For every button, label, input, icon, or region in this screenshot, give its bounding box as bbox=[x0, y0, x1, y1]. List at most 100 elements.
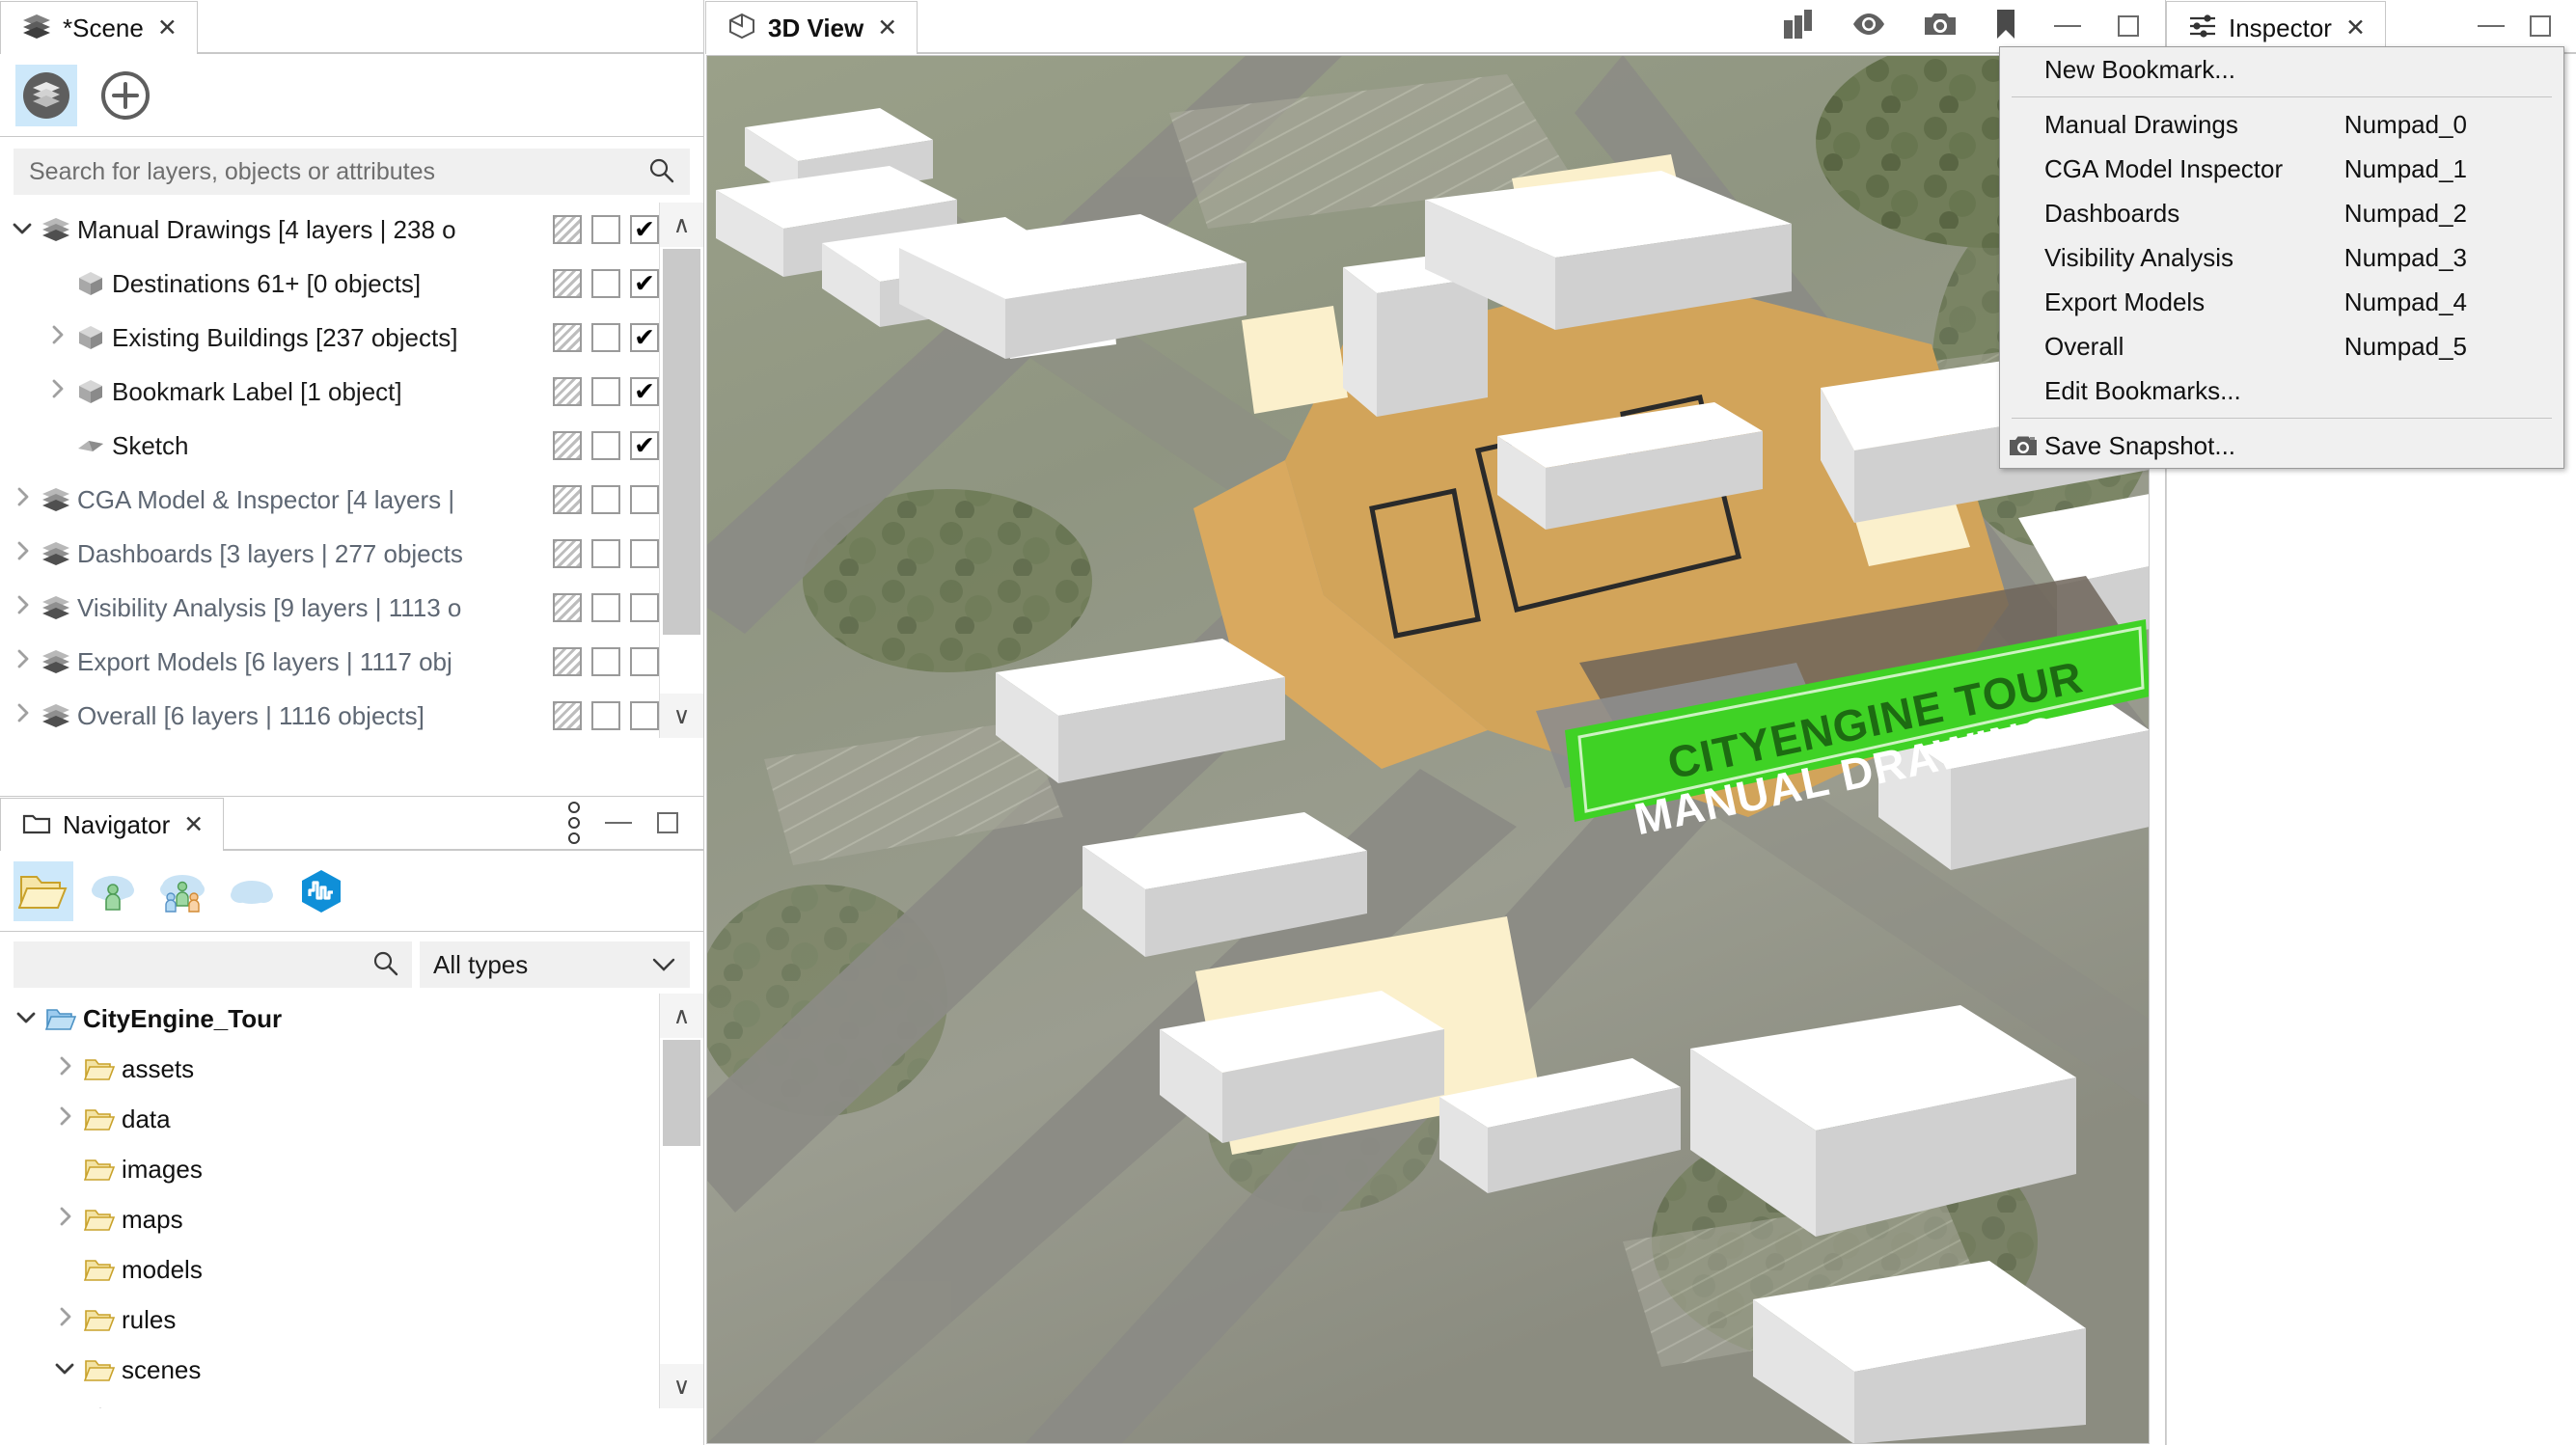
chevron-right-icon[interactable] bbox=[6, 594, 39, 621]
layer-visibility-checkbox[interactable] bbox=[630, 539, 659, 568]
bookmark-icon[interactable] bbox=[1994, 8, 2017, 45]
navigator-search-input[interactable] bbox=[27, 951, 371, 979]
scroll-up-icon[interactable]: ∧ bbox=[660, 994, 703, 1038]
layer-visibility-checkbox[interactable] bbox=[630, 593, 659, 622]
chevron-right-icon[interactable] bbox=[6, 702, 39, 729]
layer-lock-checkbox[interactable] bbox=[553, 431, 582, 460]
bars-3d-icon[interactable] bbox=[1782, 9, 1815, 44]
layer-select-checkbox[interactable] bbox=[591, 269, 620, 298]
eye-icon[interactable] bbox=[1851, 12, 1886, 41]
layer-select-checkbox[interactable] bbox=[591, 539, 620, 568]
search-icon[interactable] bbox=[647, 156, 674, 188]
close-icon[interactable]: ✕ bbox=[2345, 16, 2366, 41]
layer-row[interactable]: CGA Model & Inspector [4 layers | bbox=[0, 473, 659, 527]
layer-row[interactable]: Dashboards [3 layers | 277 objects bbox=[0, 527, 659, 581]
chevron-down-icon[interactable] bbox=[48, 1357, 81, 1382]
navigator-row[interactable]: scenes bbox=[0, 1345, 659, 1395]
layer-lock-checkbox[interactable] bbox=[553, 539, 582, 568]
layer-select-checkbox[interactable] bbox=[591, 701, 620, 730]
layer-select-checkbox[interactable] bbox=[591, 593, 620, 622]
navigator-row[interactable]: doc bbox=[0, 1395, 659, 1408]
tab-navigator[interactable]: Navigator ✕ bbox=[0, 798, 224, 851]
chevron-right-icon[interactable] bbox=[87, 1406, 120, 1408]
add-layer-button[interactable] bbox=[95, 65, 156, 126]
chevron-right-icon[interactable] bbox=[48, 1055, 81, 1082]
menu-item[interactable]: CGA Model InspectorNumpad_1 bbox=[2000, 147, 2563, 191]
layer-lock-checkbox[interactable] bbox=[553, 701, 582, 730]
layer-scrollbar[interactable]: ∧ ∨ bbox=[659, 203, 703, 738]
navigator-row[interactable]: images bbox=[0, 1144, 659, 1194]
layer-row[interactable]: Existing Buildings [237 objects] bbox=[0, 311, 659, 365]
navigator-row[interactable]: models bbox=[0, 1244, 659, 1295]
layer-row[interactable]: Overall [6 layers | 1116 objects] bbox=[0, 689, 659, 738]
minimize-icon[interactable] bbox=[2478, 25, 2505, 27]
layers-mode-button[interactable] bbox=[15, 65, 77, 126]
layer-visibility-checkbox[interactable] bbox=[630, 431, 659, 460]
layer-row[interactable]: Sketch bbox=[0, 419, 659, 473]
chevron-right-icon[interactable] bbox=[6, 486, 39, 513]
tab-scene[interactable]: *Scene ✕ bbox=[0, 1, 198, 54]
shared-content-button[interactable] bbox=[152, 861, 212, 921]
layer-row[interactable]: Bookmark Label [1 object] bbox=[0, 365, 659, 419]
menu-item[interactable]: Export ModelsNumpad_4 bbox=[2000, 280, 2563, 324]
tab-3d-view[interactable]: 3D View ✕ bbox=[705, 1, 918, 54]
minimize-icon[interactable] bbox=[605, 822, 632, 824]
my-content-button[interactable] bbox=[83, 861, 143, 921]
chevron-right-icon[interactable] bbox=[48, 1206, 81, 1233]
menu-item[interactable]: New Bookmark... bbox=[2000, 47, 2563, 92]
layer-select-checkbox[interactable] bbox=[591, 485, 620, 514]
layer-select-checkbox[interactable] bbox=[591, 215, 620, 244]
layer-lock-checkbox[interactable] bbox=[553, 323, 582, 352]
chevron-right-icon[interactable] bbox=[6, 648, 39, 675]
layer-visibility-checkbox[interactable] bbox=[630, 269, 659, 298]
layer-row[interactable]: Destinations 61+ [0 objects] bbox=[0, 257, 659, 311]
scroll-up-icon[interactable]: ∧ bbox=[660, 203, 703, 247]
layer-lock-checkbox[interactable] bbox=[553, 377, 582, 406]
layer-visibility-checkbox[interactable] bbox=[630, 215, 659, 244]
navigator-row[interactable]: maps bbox=[0, 1194, 659, 1244]
chevron-right-icon[interactable] bbox=[6, 540, 39, 567]
layer-select-checkbox[interactable] bbox=[591, 647, 620, 676]
3d-scene[interactable]: CITYENGINE TOUR MANUAL DRAWING bbox=[706, 55, 2150, 1444]
public-cloud-button[interactable] bbox=[222, 861, 282, 921]
close-icon[interactable]: ✕ bbox=[183, 813, 204, 837]
layer-row[interactable]: Manual Drawings [4 layers | 238 o bbox=[0, 203, 659, 257]
bookmark-menu[interactable]: New Bookmark... Manual DrawingsNumpad_0CG… bbox=[1999, 46, 2564, 469]
chevron-down-icon[interactable] bbox=[6, 217, 39, 242]
maximize-icon[interactable] bbox=[2530, 15, 2551, 37]
close-icon[interactable]: ✕ bbox=[877, 16, 897, 41]
layer-row[interactable]: Visibility Analysis [9 layers | 1113 o bbox=[0, 581, 659, 635]
layer-row[interactable]: Export Models [6 layers | 1117 obj bbox=[0, 635, 659, 689]
menu-item[interactable]: OverallNumpad_5 bbox=[2000, 324, 2563, 368]
chevron-right-icon[interactable] bbox=[48, 1306, 81, 1333]
layer-lock-checkbox[interactable] bbox=[553, 485, 582, 514]
minimize-icon[interactable] bbox=[2054, 25, 2081, 27]
menu-item[interactable]: Edit Bookmarks... bbox=[2000, 368, 2563, 413]
chevron-right-icon[interactable] bbox=[41, 378, 73, 405]
layer-lock-checkbox[interactable] bbox=[553, 215, 582, 244]
scroll-down-icon[interactable]: ∨ bbox=[660, 1364, 703, 1408]
3d-viewport[interactable]: CITYENGINE TOUR MANUAL DRAWING bbox=[706, 55, 2150, 1444]
scroll-down-icon[interactable]: ∨ bbox=[660, 694, 703, 738]
layer-select-checkbox[interactable] bbox=[591, 323, 620, 352]
search-icon[interactable] bbox=[371, 949, 398, 981]
layer-search-box[interactable] bbox=[14, 149, 690, 195]
navigator-scrollbar[interactable]: ∧ ∨ bbox=[659, 994, 703, 1408]
layer-visibility-checkbox[interactable] bbox=[630, 701, 659, 730]
scrollbar-thumb[interactable] bbox=[663, 249, 700, 635]
camera-icon[interactable] bbox=[1923, 11, 1958, 42]
close-icon[interactable]: ✕ bbox=[157, 16, 178, 41]
layer-visibility-checkbox[interactable] bbox=[630, 323, 659, 352]
layer-visibility-checkbox[interactable] bbox=[630, 647, 659, 676]
scrollbar-thumb[interactable] bbox=[663, 1040, 700, 1146]
layer-select-checkbox[interactable] bbox=[591, 377, 620, 406]
menu-item[interactable]: Manual DrawingsNumpad_0 bbox=[2000, 102, 2563, 147]
navigator-row[interactable]: rules bbox=[0, 1295, 659, 1345]
layer-tree[interactable]: Manual Drawings [4 layers | 238 oDestina… bbox=[0, 203, 703, 738]
layer-lock-checkbox[interactable] bbox=[553, 593, 582, 622]
navigator-search-box[interactable] bbox=[14, 941, 412, 988]
kebab-icon[interactable] bbox=[568, 802, 580, 844]
chevron-right-icon[interactable] bbox=[48, 1105, 81, 1132]
menu-item[interactable]: Save Snapshot... bbox=[2000, 423, 2563, 468]
maximize-icon[interactable] bbox=[657, 812, 678, 833]
